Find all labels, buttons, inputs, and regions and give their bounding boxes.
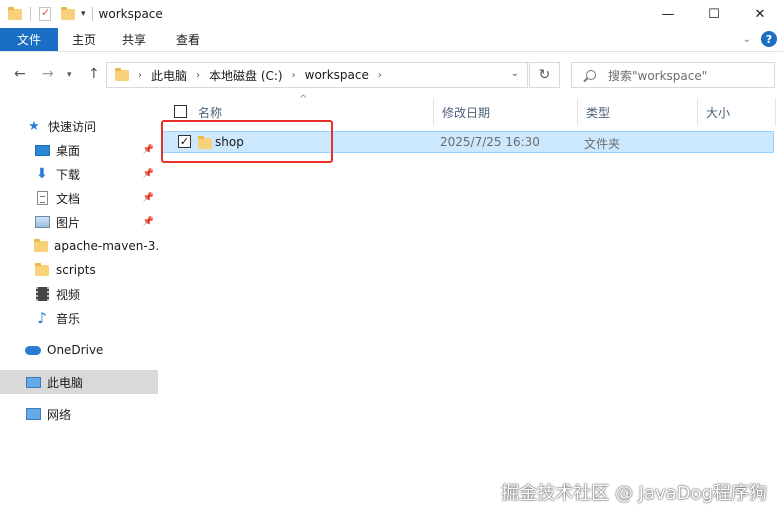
breadcrumb-workspace[interactable]: workspace [305, 68, 369, 82]
column-header-modified[interactable]: 修改日期 [434, 98, 578, 126]
sidebar-item-label: scripts [56, 263, 96, 277]
divider [91, 7, 93, 21]
sidebar-item-label: 下载 [56, 167, 81, 182]
minimize-button[interactable]: — [645, 0, 691, 28]
search-icon [586, 70, 596, 80]
window-controls: — ☐ ✕ [645, 0, 783, 28]
sidebar-item-label: 网络 [47, 407, 72, 422]
column-label: 修改日期 [442, 105, 491, 120]
address-bar[interactable]: › 此电脑 › 本地磁盘 (C:) › workspace › ⌄ [106, 62, 528, 88]
computer-icon [25, 375, 41, 389]
forward-arrow-icon[interactable]: → [42, 66, 54, 82]
sidebar-item-label: 此电脑 [47, 375, 84, 390]
folder-icon [115, 67, 129, 81]
cloud-icon [25, 343, 41, 357]
download-icon: ⬇ [36, 166, 48, 182]
sidebar-item-label: apache-maven-3.6 [54, 239, 158, 253]
quick-access-toolbar: ▾ [0, 6, 86, 21]
highlight-annotation [161, 120, 333, 163]
tab-share[interactable]: 共享 [110, 28, 160, 51]
sidebar-item-music[interactable]: ♪ 音乐 [0, 306, 158, 330]
recent-locations-dropdown-icon[interactable]: ▾ [67, 70, 72, 80]
column-header-type[interactable]: 类型 [578, 98, 698, 126]
sidebar-item-label: 快速访问 [48, 119, 97, 134]
column-label: 名称 [198, 105, 223, 120]
title-bar: ▾ workspace — ☐ ✕ [0, 0, 783, 28]
breadcrumb-chevron-icon[interactable]: › [378, 70, 382, 81]
breadcrumb-chevron-icon[interactable]: › [196, 70, 200, 81]
sidebar-item-downloads[interactable]: ⬇ 下载 📌 [0, 162, 158, 186]
properties-icon[interactable] [39, 6, 51, 21]
file-list: ^ 名称 修改日期 类型 大小 ✓ shop 2025/7/25 16:30 文… [160, 94, 783, 521]
maximize-button[interactable]: ☐ [691, 0, 737, 28]
network-icon [25, 407, 41, 421]
sidebar-item-onedrive[interactable]: OneDrive [0, 338, 158, 362]
video-icon [34, 287, 50, 301]
tab-file[interactable]: 文件 [0, 28, 58, 51]
sidebar-item-videos[interactable]: 视频 [0, 282, 158, 306]
sidebar-item-this-pc[interactable]: 此电脑 [0, 370, 158, 394]
back-arrow-icon[interactable]: ← [14, 66, 26, 82]
pin-icon: 📌 [142, 217, 154, 227]
folder-icon [8, 6, 22, 20]
pin-icon: 📌 [142, 193, 154, 203]
music-icon: ♪ [37, 309, 47, 327]
star-icon: ★ [28, 118, 40, 134]
watermark: 掘金技术社区 @ JavaDog程序狗 [501, 483, 767, 504]
window-title: workspace [98, 7, 163, 21]
breadcrumb-local-disk[interactable]: 本地磁盘 (C:) [209, 67, 283, 84]
sidebar-item-label: OneDrive [47, 343, 104, 357]
address-row: ← → ▾ ↑ › 此电脑 › 本地磁盘 (C:) › workspace › … [0, 52, 783, 98]
breadcrumb-chevron-icon[interactable]: › [138, 70, 142, 81]
refresh-button[interactable]: ↻ [529, 62, 560, 88]
help-icon[interactable]: ? [761, 31, 777, 47]
sidebar-item-label: 文档 [56, 191, 81, 206]
expand-ribbon-chevron-icon[interactable]: ⌄ [743, 34, 751, 45]
sidebar-item-pictures[interactable]: 图片 📌 [0, 210, 158, 234]
file-type: 文件夹 [584, 137, 621, 151]
sidebar-item-scripts[interactable]: scripts [0, 258, 158, 282]
folder-icon [34, 238, 48, 253]
refresh-icon: ↻ [538, 67, 551, 83]
sidebar-item-label: 音乐 [56, 311, 81, 326]
customize-toolbar-dropdown-icon[interactable]: ▾ [81, 9, 86, 19]
ribbon-tabs: 文件 主页 共享 查看 ⌄ ? [0, 28, 783, 52]
picture-icon [34, 215, 50, 229]
address-history-dropdown-icon[interactable]: ⌄ [511, 68, 519, 79]
sidebar-item-quick-access[interactable]: ★ 快速访问 [0, 114, 158, 138]
search-placeholder: 搜索"workspace" [608, 68, 708, 83]
column-label: 大小 [706, 105, 731, 120]
pin-icon: 📌 [142, 169, 154, 179]
navigation-pane: ★ 快速访问 桌面 📌 ⬇ 下载 📌 文档 📌 图片 📌 apache-mave… [0, 98, 160, 521]
column-label: 类型 [586, 105, 611, 120]
up-arrow-icon[interactable]: ↑ [88, 66, 100, 82]
desktop-icon [34, 143, 50, 157]
sidebar-item-label: 桌面 [56, 143, 81, 158]
folder-icon [34, 262, 50, 277]
tab-view[interactable]: 查看 [160, 28, 214, 51]
document-icon [34, 191, 50, 205]
breadcrumb-chevron-icon[interactable]: › [292, 70, 296, 81]
breadcrumb-this-pc[interactable]: 此电脑 [151, 67, 187, 84]
sidebar-item-network[interactable]: 网络 [0, 402, 158, 426]
close-button[interactable]: ✕ [737, 0, 783, 28]
sidebar-item-label: 图片 [56, 215, 81, 230]
column-header-size[interactable]: 大小 [698, 98, 776, 126]
sidebar-item-label: 视频 [56, 287, 81, 302]
sidebar-item-apache-maven[interactable]: apache-maven-3.6 [0, 234, 158, 258]
new-folder-icon[interactable] [61, 6, 75, 20]
tab-home[interactable]: 主页 [58, 28, 110, 51]
divider [30, 7, 31, 21]
select-all-checkbox[interactable] [174, 105, 187, 118]
pin-icon: 📌 [142, 145, 154, 155]
search-input[interactable]: 搜索"workspace" [571, 62, 775, 88]
sidebar-item-desktop[interactable]: 桌面 📌 [0, 138, 158, 162]
sidebar-item-documents[interactable]: 文档 📌 [0, 186, 158, 210]
file-modified: 2025/7/25 16:30 [440, 135, 540, 149]
